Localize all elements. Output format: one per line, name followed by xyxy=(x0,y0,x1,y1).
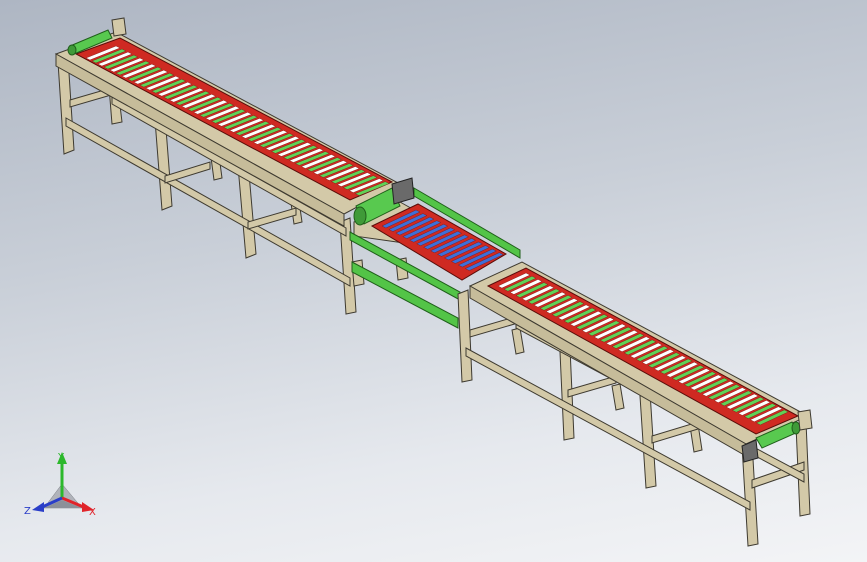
right-conveyor[interactable] xyxy=(457,261,813,547)
x-axis-label: X xyxy=(89,507,96,518)
z-axis-label: Z xyxy=(24,506,31,517)
left-conveyor[interactable] xyxy=(54,17,402,315)
coordinate-triad[interactable]: Y X Z xyxy=(22,448,112,528)
cad-viewport[interactable]: Y X Z xyxy=(0,0,867,562)
z-axis-arrowhead xyxy=(32,502,44,512)
conveyor-assembly-model[interactable] xyxy=(0,0,867,562)
y-axis-label: Y xyxy=(57,452,65,463)
left-end-bracket xyxy=(111,17,127,37)
right-end-bracket xyxy=(797,409,813,431)
